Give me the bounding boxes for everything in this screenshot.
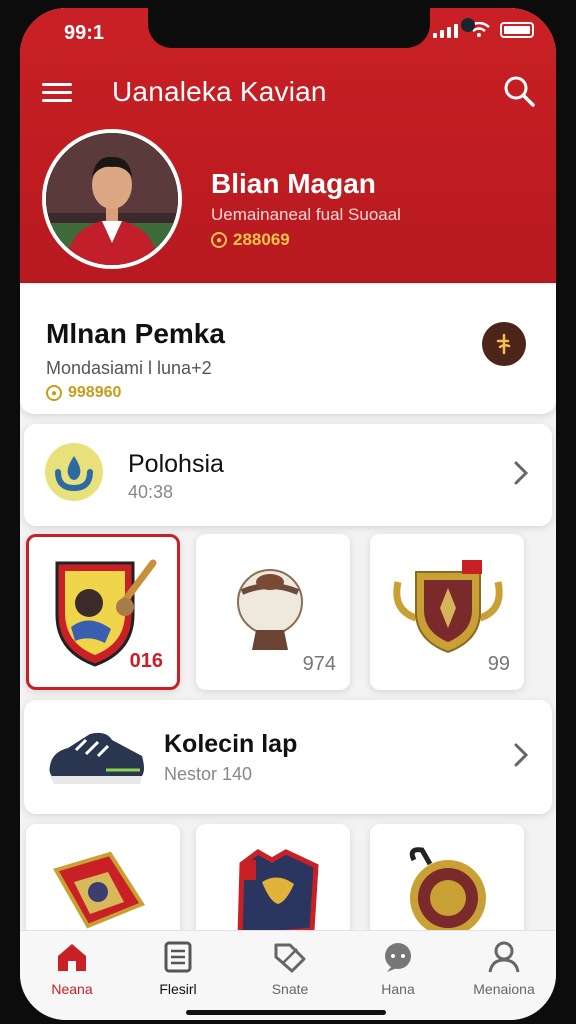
nav-label: Neana <box>51 981 93 997</box>
nav-item-home[interactable]: Neana <box>24 941 120 997</box>
status-icons <box>433 22 534 38</box>
list-item-kolecin[interactable]: Kolecin lap Nestor 140 <box>24 700 552 814</box>
phone-frame: 99:1 Uanaleka Kavian Blian Magan Uemaina… <box>0 0 576 1024</box>
profile-subtitle: Uemainaneal fual Suoaal <box>211 205 401 224</box>
chevron-right-icon <box>514 461 529 485</box>
top-app-bar: Uanaleka Kavian <box>20 70 556 114</box>
coin-icon: ● <box>46 385 62 401</box>
sneaker-icon <box>49 732 144 784</box>
collection-item-ball-trophy[interactable]: 974 <box>196 534 350 690</box>
water-drop-icon <box>45 443 103 501</box>
list-icon <box>164 941 192 973</box>
chat-icon <box>385 943 411 972</box>
list-item-title: Kolecin lap <box>164 730 298 758</box>
profile-card-points: ● 998960 <box>46 384 121 402</box>
collection-item-cup-crest[interactable]: 99 <box>370 534 524 690</box>
nav-item-list[interactable]: Flesirl <box>130 941 226 997</box>
profile-name: Blian Magan <box>211 168 376 199</box>
profile-card-subtitle: Mondasiami l luna+2 <box>46 358 212 378</box>
level-badge-icon[interactable] <box>482 322 526 366</box>
nav-item-tag[interactable]: Snate <box>242 941 338 997</box>
menu-icon[interactable] <box>42 78 72 104</box>
profile-points-value: 288069 <box>233 230 290 249</box>
profile-card-name: Mlnan Pemka <box>46 318 225 349</box>
collection-count: 974 <box>302 653 336 675</box>
app-title: Uanaleka Kavian <box>112 76 327 107</box>
profile-points: ● 288069 <box>211 230 290 250</box>
home-indicator <box>186 1010 386 1015</box>
camera-notch <box>148 8 475 48</box>
nav-label: Flesirl <box>159 981 197 997</box>
profile-card[interactable]: Mlnan Pemka Mondasiami l luna+2 ● 998960 <box>20 284 556 414</box>
list-item-subtitle: 40:38 <box>128 482 174 502</box>
search-icon[interactable] <box>502 74 536 108</box>
cup-crest-icon <box>393 560 503 654</box>
tag-icon <box>274 943 306 973</box>
jersey-icon <box>237 849 319 939</box>
app-screen: 99:1 Uanaleka Kavian Blian Magan Uemaina… <box>20 8 556 1020</box>
home-icon <box>58 944 86 971</box>
nav-item-chat[interactable]: Hana <box>350 941 446 997</box>
collection-item-shield-crest[interactable]: 016 <box>26 534 180 690</box>
list-item-polohsia[interactable]: Polohsia 40:38 <box>24 424 552 526</box>
signal-icon <box>433 22 458 38</box>
nav-label: Hana <box>381 981 415 997</box>
profile-card-points-value: 998960 <box>68 384 122 401</box>
profile-icon <box>488 941 520 973</box>
list-item-subtitle: Nestor 140 <box>164 764 253 784</box>
shield-badge-icon <box>53 851 145 929</box>
status-time: 99:1 <box>64 22 105 44</box>
ball-trophy-icon <box>237 569 303 650</box>
nav-item-profile[interactable]: Menaiona <box>456 941 552 997</box>
chevron-right-icon <box>514 743 529 767</box>
bottom-nav: Neana Flesirl Snate Hana Menaiona <box>20 930 556 1020</box>
collection-count: 016 <box>129 650 163 672</box>
coin-icon: ● <box>211 232 227 248</box>
profile-header: 99:1 Uanaleka Kavian Blian Magan Uemaina… <box>20 8 556 283</box>
nav-label: Menaiona <box>473 981 535 997</box>
nav-label: Snate <box>271 981 309 997</box>
avatar[interactable] <box>42 129 182 269</box>
collection-count: 99 <box>487 653 510 675</box>
battery-icon <box>500 22 534 38</box>
list-item-title: Polohsia <box>128 450 224 478</box>
